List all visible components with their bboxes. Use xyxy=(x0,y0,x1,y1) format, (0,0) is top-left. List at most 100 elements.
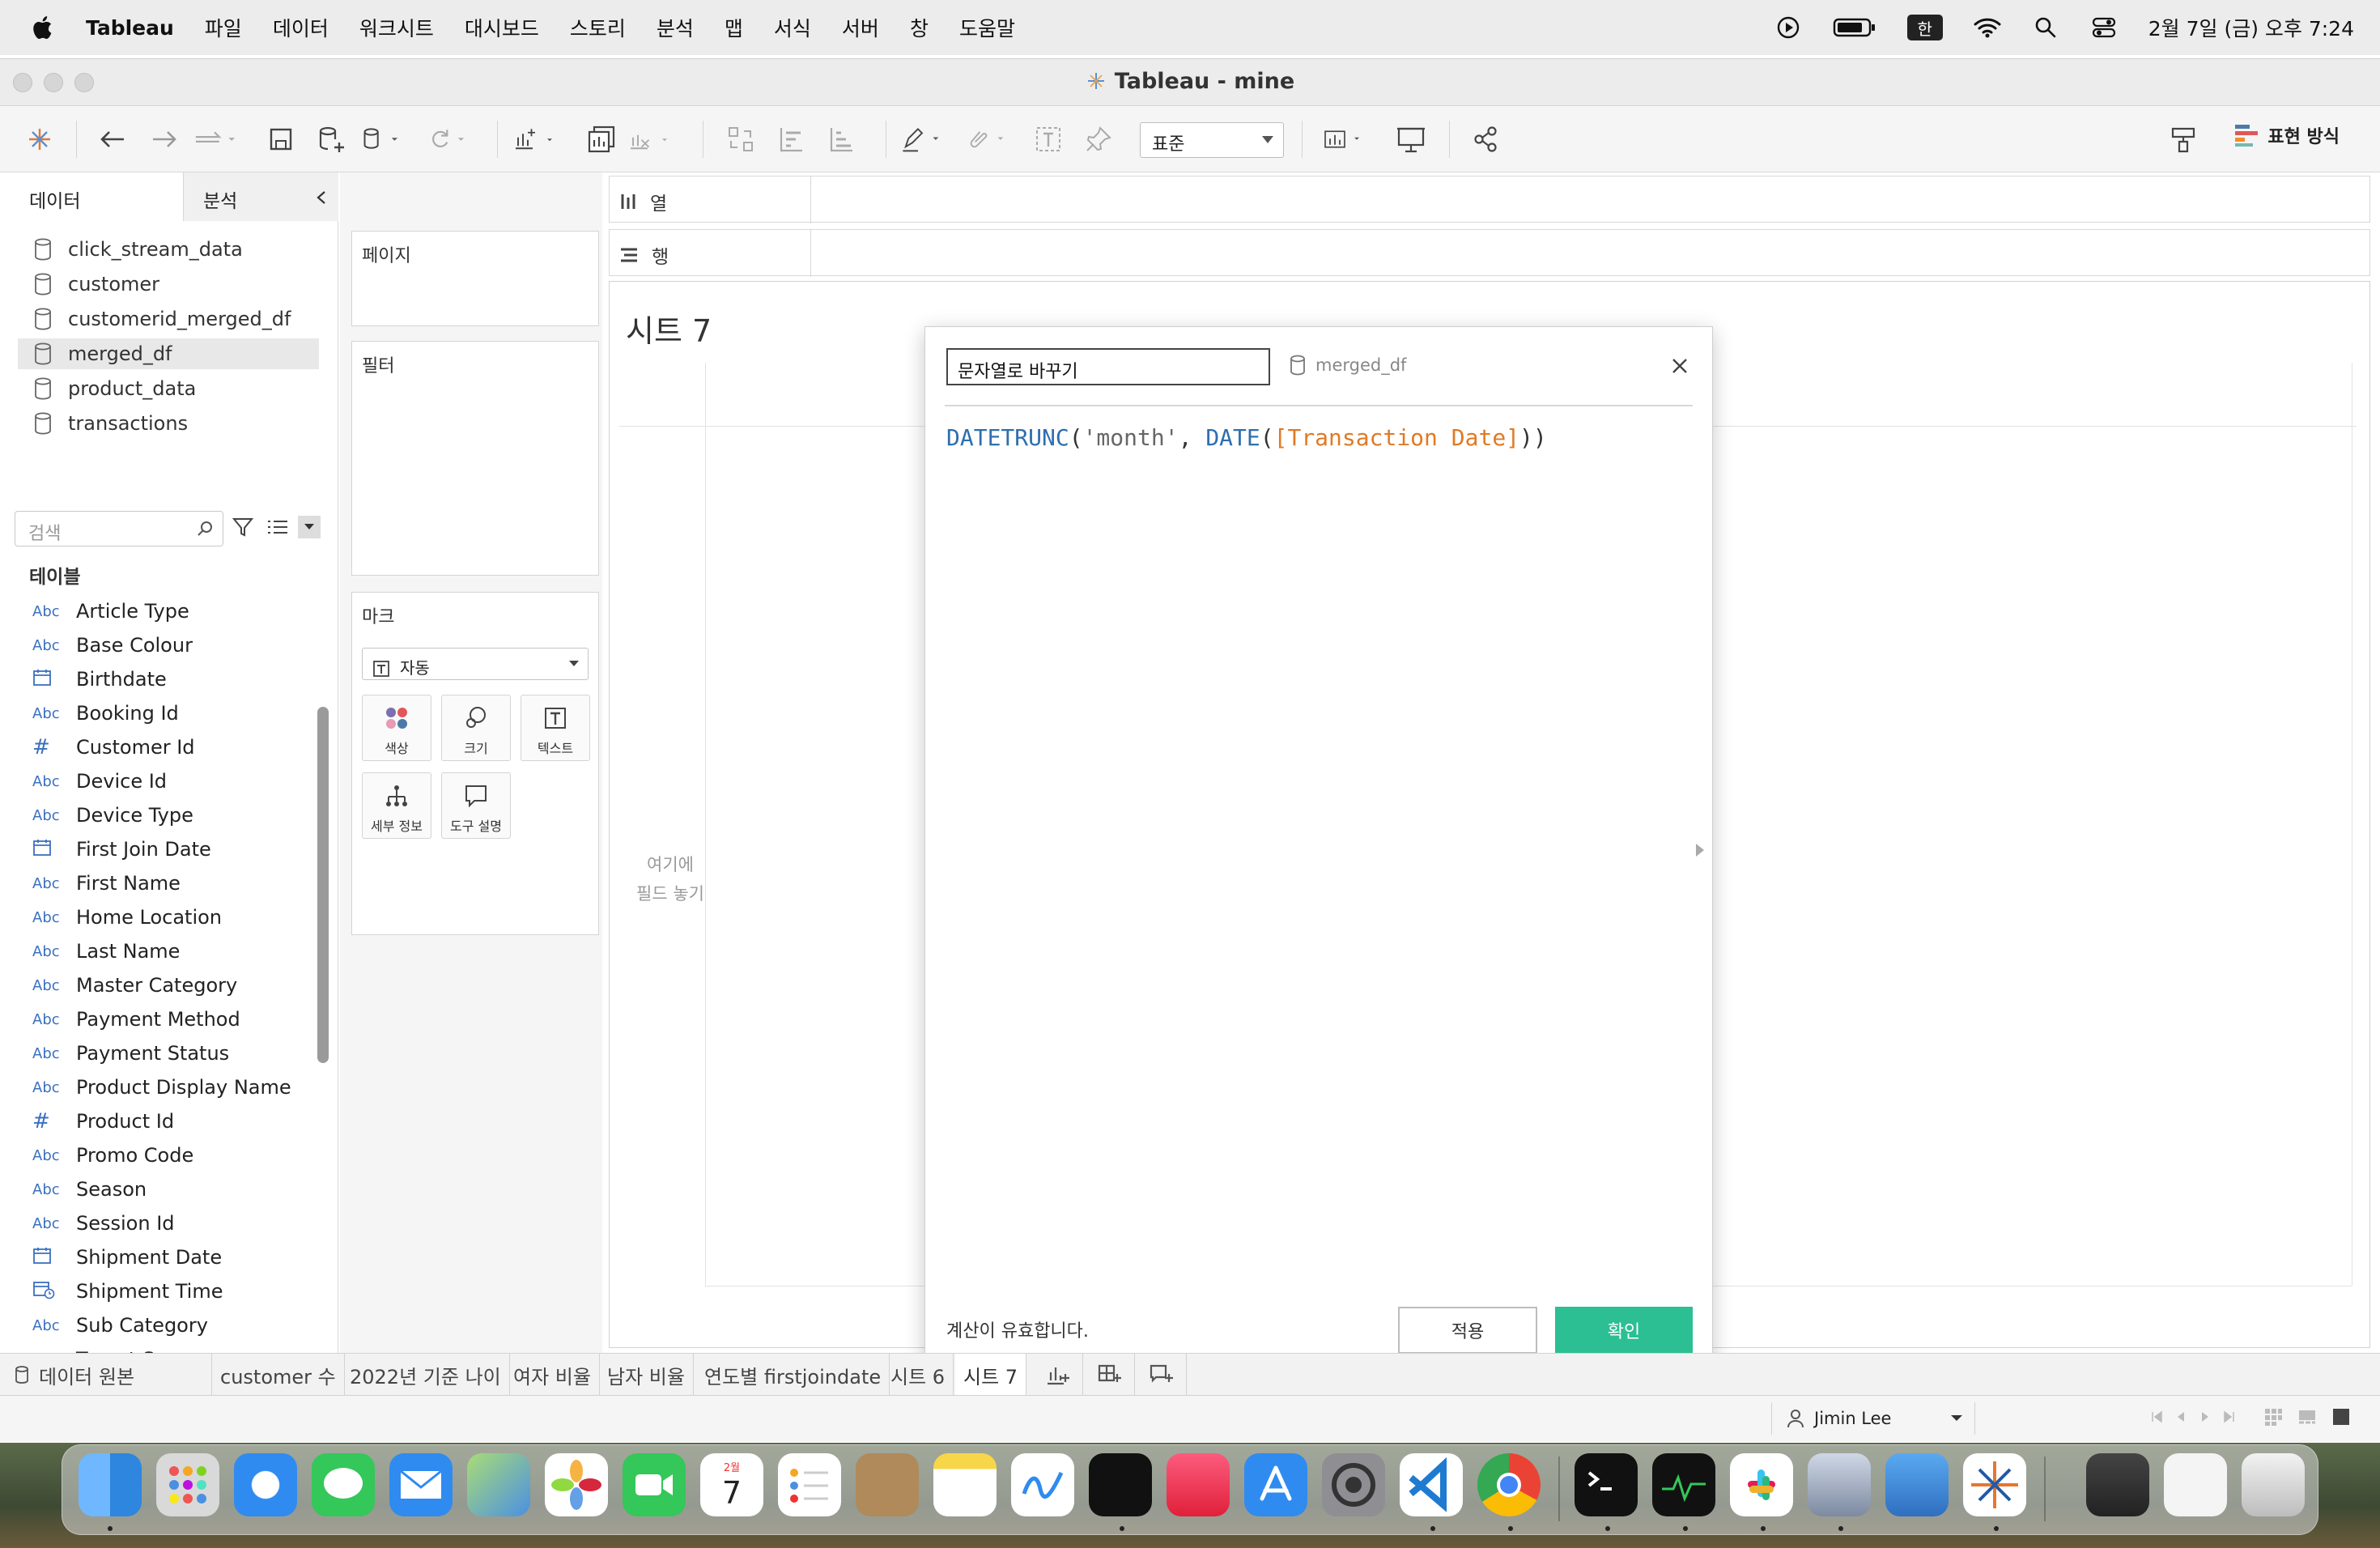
reminders-icon[interactable] xyxy=(778,1453,841,1516)
preview-icon[interactable] xyxy=(1808,1453,1871,1516)
color-mark-button[interactable]: 색상 xyxy=(362,695,431,761)
previous-sheet-icon[interactable] xyxy=(2174,1410,2187,1423)
screen-record-icon[interactable] xyxy=(1774,14,1802,41)
detail-mark-button[interactable]: 세부 정보 xyxy=(362,772,431,839)
vscode-icon[interactable] xyxy=(1400,1453,1463,1516)
calendar-icon[interactable]: 2월 7 xyxy=(700,1453,763,1516)
save-icon[interactable] xyxy=(259,117,303,161)
filter-fields-icon[interactable] xyxy=(232,516,254,538)
tableau-tips-icon[interactable] xyxy=(2161,117,2205,161)
expand-functions-panel-icon[interactable] xyxy=(1694,842,1706,858)
menu-worksheet[interactable]: 워크시트 xyxy=(359,13,434,42)
menu-help[interactable]: 도움말 xyxy=(959,13,1015,42)
notes-icon[interactable] xyxy=(933,1453,997,1516)
spotlight-search-icon[interactable] xyxy=(2032,14,2059,41)
tooltip-mark-button[interactable]: 도구 설명 xyxy=(441,772,511,839)
recent-document-thumbnail-icon[interactable] xyxy=(2086,1453,2149,1516)
field-list-scrollbar[interactable] xyxy=(317,707,329,1063)
columns-shelf[interactable]: 열 xyxy=(609,176,2370,223)
tab-data[interactable]: 데이터 xyxy=(0,172,183,221)
tab-analysis[interactable]: 분석 xyxy=(183,172,338,221)
field-item[interactable]: Shipment Date xyxy=(32,1241,222,1274)
keynote-icon[interactable] xyxy=(1885,1453,1949,1516)
row-drop-zone[interactable]: 여기에 필드 놓기 xyxy=(619,850,721,908)
sort-descending-icon[interactable] xyxy=(819,117,863,161)
photos-icon[interactable] xyxy=(545,1453,608,1516)
field-item[interactable]: # Product Id xyxy=(32,1105,174,1138)
field-item[interactable]: # Customer Id xyxy=(32,731,195,763)
duplicate-sheet-icon[interactable] xyxy=(580,117,623,161)
menu-app-name[interactable]: Tableau xyxy=(86,16,174,40)
field-item[interactable]: Abc Master Category xyxy=(32,969,237,1002)
field-search-input[interactable]: 검색 xyxy=(15,511,223,546)
field-item[interactable]: Abc Device Type xyxy=(32,799,193,831)
apple-tv-icon[interactable] xyxy=(1089,1453,1152,1516)
terminal-icon[interactable] xyxy=(1575,1453,1638,1516)
calculation-name-input[interactable]: 문자열로 바꾸기 xyxy=(946,348,1270,385)
new-datasource-icon[interactable] xyxy=(309,117,353,161)
menu-server[interactable]: 서버 xyxy=(842,13,879,42)
user-menu[interactable]: Jimin Lee xyxy=(1771,1402,1975,1435)
menu-story[interactable]: 스토리 xyxy=(570,13,626,42)
menu-format[interactable]: 서식 xyxy=(774,13,811,42)
tableau-app-icon[interactable] xyxy=(1963,1453,2026,1516)
freeform-icon[interactable] xyxy=(1011,1453,1074,1516)
field-item[interactable]: Abc Base Colour xyxy=(32,629,193,661)
field-item[interactable]: First Join Date xyxy=(32,833,211,865)
last-sheet-icon[interactable] xyxy=(2223,1410,2236,1423)
field-item[interactable]: Abc Session Id xyxy=(32,1207,175,1240)
field-item[interactable]: Abc Sub Category xyxy=(32,1309,208,1342)
tab-sheet-active[interactable]: 시트 7 xyxy=(955,1354,1027,1396)
new-worksheet-tab-icon[interactable] xyxy=(1031,1354,1083,1396)
field-item[interactable]: Birthdate xyxy=(32,663,167,695)
menubar-clock[interactable]: 2월 7일 (금) 오후 7:24 xyxy=(2148,13,2354,42)
field-item[interactable]: Abc Promo Code xyxy=(32,1139,193,1172)
rows-shelf[interactable]: 행 xyxy=(609,229,2370,277)
show-hide-cards-icon[interactable] xyxy=(1323,117,1366,161)
field-item[interactable]: Abc First Name xyxy=(32,867,181,899)
tab-sheet[interactable]: 여자 비율 xyxy=(505,1354,600,1396)
mark-type-select[interactable]: 자동 xyxy=(362,648,589,680)
filters-shelf[interactable]: 필터 xyxy=(351,341,599,576)
wifi-icon[interactable] xyxy=(1974,14,2001,41)
activity-monitor-icon[interactable] xyxy=(1652,1453,1715,1516)
tab-view-icon[interactable] xyxy=(2331,1407,2351,1427)
ok-button[interactable]: 확인 xyxy=(1555,1307,1693,1354)
field-item[interactable]: Abc Home Location xyxy=(32,901,222,933)
datasource-item[interactable]: product_data xyxy=(18,373,319,404)
refresh-icon[interactable] xyxy=(427,117,471,161)
show-mark-labels-icon[interactable] xyxy=(1026,117,1070,161)
tab-sheet[interactable]: 2022년 기준 나이 xyxy=(342,1354,510,1396)
system-settings-icon[interactable] xyxy=(1322,1453,1385,1516)
safari-icon[interactable] xyxy=(234,1453,297,1516)
trash-icon[interactable] xyxy=(2242,1453,2305,1516)
battery-icon[interactable] xyxy=(1833,14,1876,41)
datasource-item[interactable]: transactions xyxy=(18,408,319,439)
menu-file[interactable]: 파일 xyxy=(205,13,242,42)
replay-icon[interactable] xyxy=(193,117,236,161)
field-item[interactable]: Abc Device Id xyxy=(32,765,167,797)
menu-window[interactable]: 창 xyxy=(910,13,929,42)
grid-view-icon[interactable] xyxy=(2263,1407,2283,1427)
formula-editor[interactable]: DATETRUNC('month', DATE([Transaction Dat… xyxy=(946,424,1547,451)
datasource-item[interactable]: customer xyxy=(18,269,319,300)
close-icon[interactable] xyxy=(1665,351,1694,381)
facetime-icon[interactable] xyxy=(623,1453,686,1516)
datasource-item[interactable]: merged_df xyxy=(18,338,319,369)
next-sheet-icon[interactable] xyxy=(2199,1410,2212,1423)
pause-autoupdate-icon[interactable] xyxy=(361,117,405,161)
undo-icon[interactable] xyxy=(91,117,134,161)
presentation-mode-icon[interactable] xyxy=(1389,117,1433,161)
apple-icon[interactable] xyxy=(29,14,53,41)
size-mark-button[interactable]: 크기 xyxy=(441,695,511,761)
field-item[interactable]: Shipment Time xyxy=(32,1275,223,1308)
menu-dashboard[interactable]: 대시보드 xyxy=(465,13,539,42)
tab-sheet[interactable]: customer 수 xyxy=(212,1354,345,1396)
field-item[interactable]: Abc Payment Method xyxy=(32,1003,240,1036)
contacts-icon[interactable] xyxy=(856,1453,919,1516)
field-item[interactable]: Abc Article Type xyxy=(32,595,189,627)
slack-icon[interactable] xyxy=(1730,1453,1793,1516)
chrome-icon[interactable] xyxy=(1477,1453,1541,1516)
field-item[interactable]: Abc Last Name xyxy=(32,935,180,968)
fit-select[interactable]: 표준 xyxy=(1140,122,1284,158)
